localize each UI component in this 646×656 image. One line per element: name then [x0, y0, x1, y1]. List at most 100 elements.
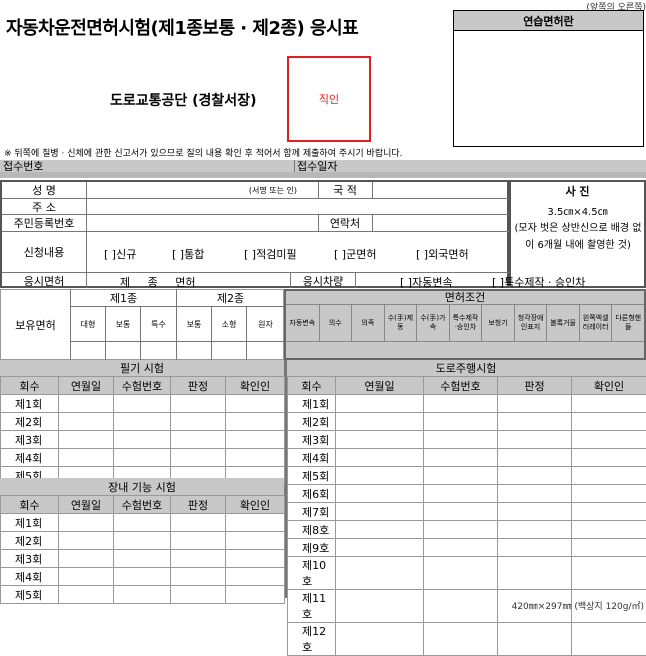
written-test-entry-cell[interactable]: [226, 413, 285, 431]
road-test-entry-cell[interactable]: [572, 539, 646, 557]
type-military-checkbox[interactable]: [ ]군면허: [334, 246, 404, 260]
road-test-entry-cell[interactable]: [498, 485, 572, 503]
written-test-entry-cell[interactable]: [171, 395, 226, 413]
written-test-entry-cell[interactable]: [59, 395, 114, 413]
course-test-entry-cell[interactable]: [171, 532, 226, 550]
road-test-entry-cell[interactable]: [572, 503, 646, 521]
course-test-entry-cell[interactable]: [114, 550, 171, 568]
road-test-entry-cell[interactable]: [572, 467, 646, 485]
road-test-entry-cell[interactable]: [336, 467, 424, 485]
written-test-entry-cell[interactable]: [59, 413, 114, 431]
road-test-entry-cell[interactable]: [336, 503, 424, 521]
road-test-entry-cell[interactable]: [336, 485, 424, 503]
written-test-entry-cell[interactable]: [114, 449, 171, 467]
road-test-entry-cell[interactable]: [424, 413, 498, 431]
course-test-entry-cell[interactable]: [226, 586, 285, 604]
road-test-entry-cell[interactable]: [424, 503, 498, 521]
written-test-entry-cell[interactable]: [59, 449, 114, 467]
photo-title: 사 진: [511, 183, 644, 199]
course-test-entry-cell[interactable]: [171, 586, 226, 604]
road-test-entry-cell[interactable]: [498, 557, 572, 590]
road-test-entry-cell[interactable]: [498, 449, 572, 467]
road-test-entry-cell[interactable]: [424, 449, 498, 467]
road-test-entry-cell[interactable]: [336, 521, 424, 539]
page-title: 자동차운전면허시험(제1종보통 · 제2종) 응시표: [6, 14, 446, 40]
written-test-entry-cell[interactable]: [226, 395, 285, 413]
course-test-entry-cell[interactable]: [59, 568, 114, 586]
type-foreign-checkbox[interactable]: [ ]외국면허: [416, 246, 506, 260]
road-test-entry-cell[interactable]: [336, 557, 424, 590]
type-merge-checkbox[interactable]: [ ]통합: [172, 246, 232, 260]
written-test-entry-cell[interactable]: [114, 431, 171, 449]
written-test-row: 제4회: [1, 449, 285, 467]
road-test-entry-cell[interactable]: [424, 485, 498, 503]
road-test-entry-cell[interactable]: [336, 539, 424, 557]
course-test-row: 제3회: [1, 550, 285, 568]
type-unchecked-checkbox[interactable]: [ ]적검미필: [244, 246, 324, 260]
type-new-checkbox[interactable]: [ ]신규: [104, 246, 164, 260]
road-test-entry-cell[interactable]: [336, 623, 424, 656]
road-test-entry-cell[interactable]: [498, 431, 572, 449]
road-test-entry-cell[interactable]: [572, 413, 646, 431]
road-test-entry-cell[interactable]: [336, 449, 424, 467]
written-test-entry-cell[interactable]: [171, 449, 226, 467]
road-test-entry-cell[interactable]: [498, 623, 572, 656]
road-test-entry-cell[interactable]: [572, 623, 646, 656]
written-test-entry-cell[interactable]: [114, 413, 171, 431]
road-test-entry-cell[interactable]: [424, 467, 498, 485]
course-test-entry-cell[interactable]: [59, 550, 114, 568]
held-class1-special: 특수: [141, 307, 176, 341]
course-test-entry-cell[interactable]: [114, 568, 171, 586]
road-test-entry-cell[interactable]: [424, 623, 498, 656]
course-test-entry-cell[interactable]: [171, 550, 226, 568]
course-test-entry-cell[interactable]: [114, 532, 171, 550]
held-class1-normal: 보통: [106, 307, 140, 341]
road-test-entry-cell[interactable]: [572, 395, 646, 413]
road-test-round-label: 제9호: [288, 539, 336, 557]
written-test-entry-cell[interactable]: [226, 449, 285, 467]
road-test-entry-cell[interactable]: [572, 485, 646, 503]
road-test-entry-cell[interactable]: [572, 449, 646, 467]
course-test-entry-cell[interactable]: [171, 514, 226, 532]
road-test-entry-cell[interactable]: [424, 431, 498, 449]
road-test-entry-cell[interactable]: [336, 590, 424, 623]
road-test-entry-cell[interactable]: [424, 539, 498, 557]
course-test-header-cell: 회수: [1, 496, 59, 514]
course-test-entry-cell[interactable]: [59, 532, 114, 550]
vehicle-special-checkbox[interactable]: [ ]특수제작 · 승인차: [492, 274, 642, 288]
road-test-entry-cell[interactable]: [498, 539, 572, 557]
course-test-entry-cell[interactable]: [114, 586, 171, 604]
road-test-entry-cell[interactable]: [498, 521, 572, 539]
road-test-entry-cell[interactable]: [336, 431, 424, 449]
road-test-entry-cell[interactable]: [498, 503, 572, 521]
course-test-entry-cell[interactable]: [226, 532, 285, 550]
road-test-entry-cell[interactable]: [498, 395, 572, 413]
written-test-entry-cell[interactable]: [226, 431, 285, 449]
road-test-header-cell: 연월일: [336, 377, 424, 395]
road-test-entry-cell[interactable]: [572, 521, 646, 539]
course-test-entry-cell[interactable]: [59, 514, 114, 532]
written-test-entry-cell[interactable]: [171, 413, 226, 431]
course-test-entry-cell[interactable]: [226, 550, 285, 568]
road-test-entry-cell[interactable]: [498, 467, 572, 485]
road-test-entry-cell[interactable]: [336, 413, 424, 431]
written-test-entry-cell[interactable]: [171, 431, 226, 449]
course-test-entry-cell[interactable]: [226, 514, 285, 532]
course-test-entry-cell[interactable]: [226, 568, 285, 586]
course-test-entry-cell[interactable]: [171, 568, 226, 586]
vehicle-auto-checkbox[interactable]: [ ]자동변속: [400, 274, 490, 288]
road-test-entry-cell[interactable]: [572, 431, 646, 449]
license-applied-value: 제 종 면허: [120, 274, 290, 288]
road-test-entry-cell[interactable]: [424, 521, 498, 539]
written-test-entry-cell[interactable]: [59, 431, 114, 449]
course-test-entry-cell[interactable]: [59, 586, 114, 604]
road-test-entry-cell[interactable]: [424, 395, 498, 413]
road-test-entry-cell[interactable]: [572, 557, 646, 590]
written-test-entry-cell[interactable]: [114, 395, 171, 413]
written-test-row: 제2회: [1, 413, 285, 431]
course-test-round-label: 제2회: [1, 532, 59, 550]
course-test-entry-cell[interactable]: [114, 514, 171, 532]
road-test-entry-cell[interactable]: [424, 557, 498, 590]
road-test-entry-cell[interactable]: [498, 413, 572, 431]
road-test-entry-cell[interactable]: [336, 395, 424, 413]
